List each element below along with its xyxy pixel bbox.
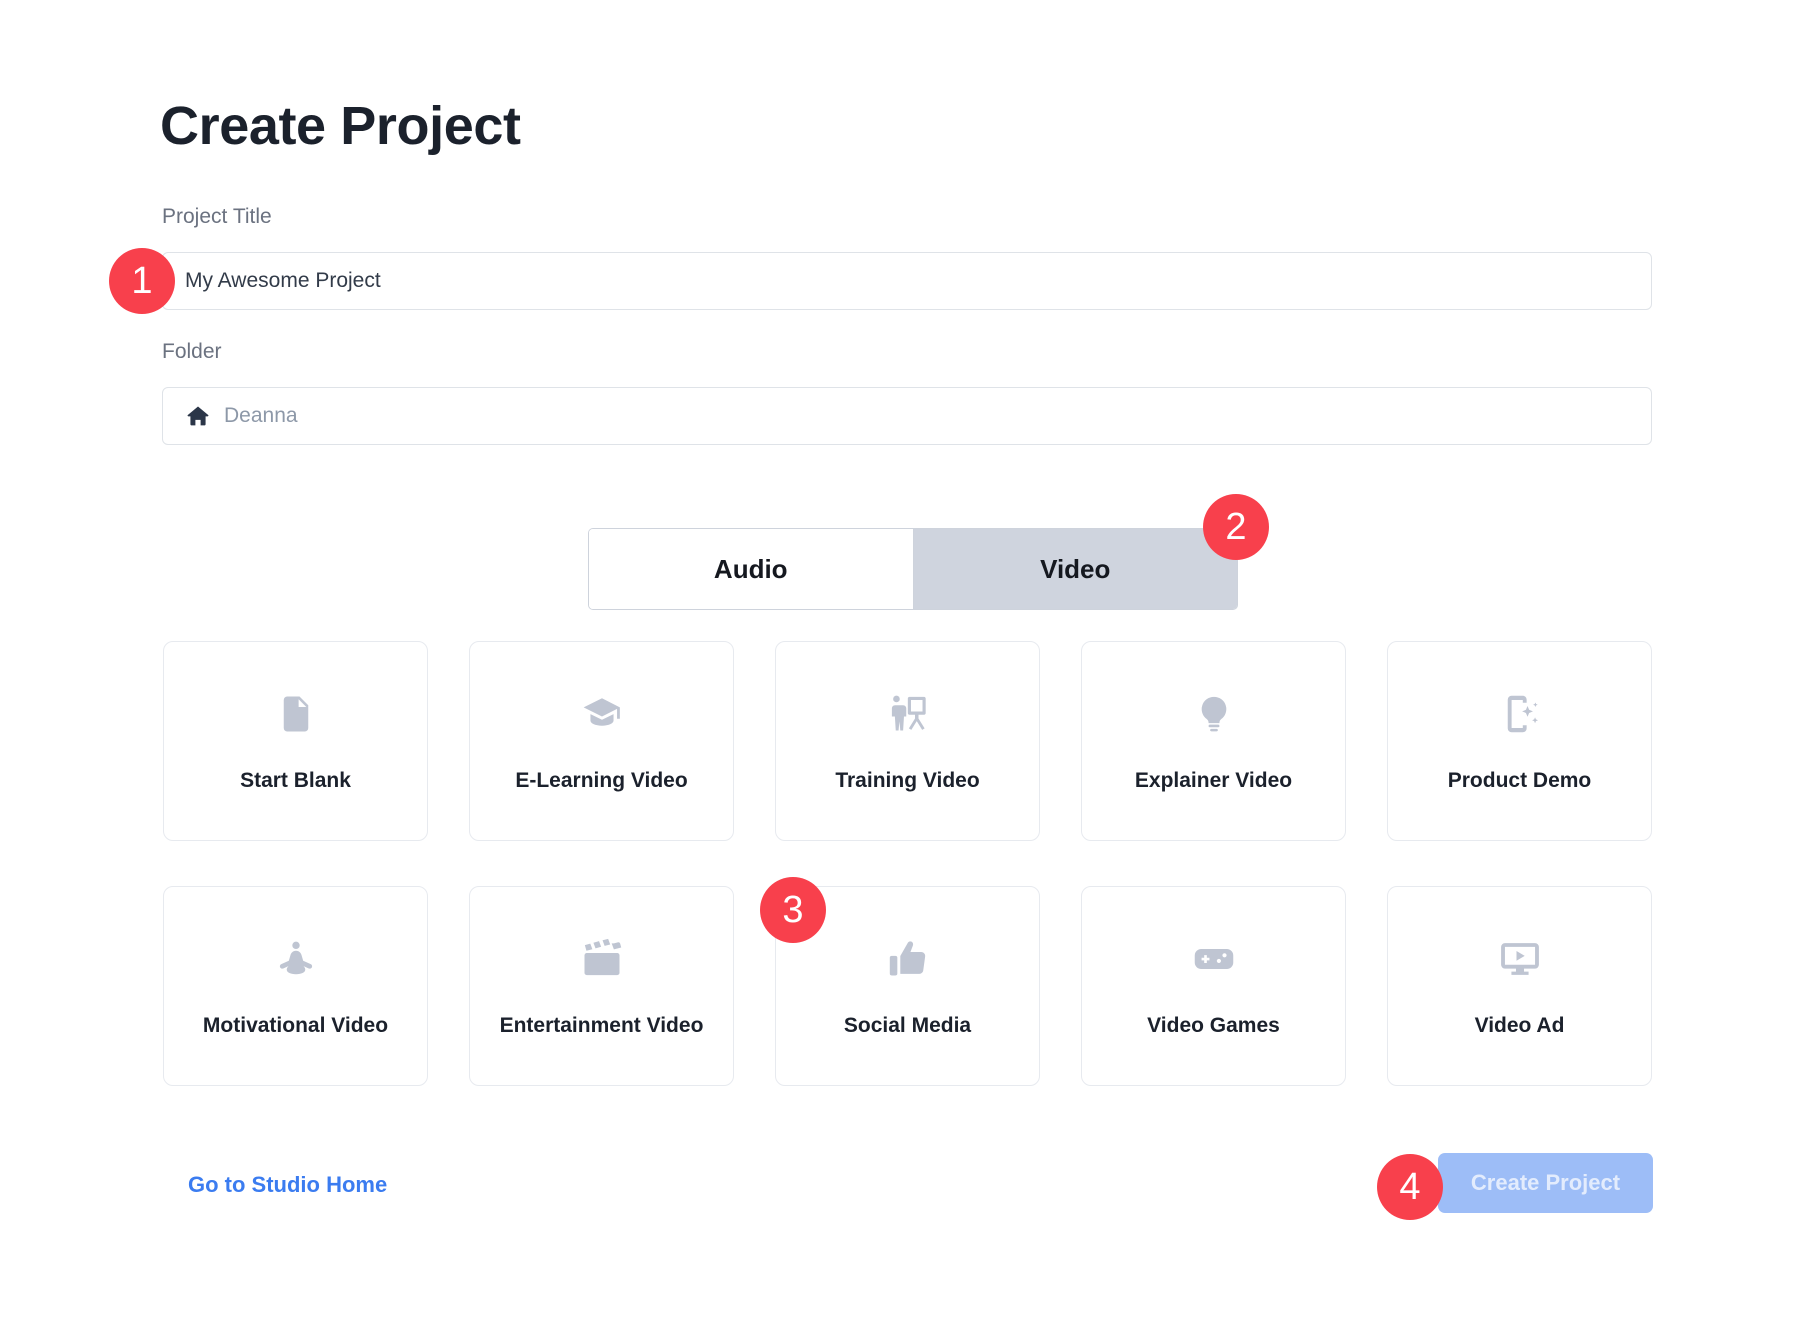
create-project-page: Create Project Project Title My Awesome …: [0, 0, 1800, 1319]
template-grid: Start Blank E-Learning Video Training Vi…: [163, 641, 1652, 1086]
meditation-icon: [274, 937, 318, 981]
presenter-whiteboard-icon: [886, 692, 930, 736]
thumbs-up-icon: [886, 937, 930, 981]
template-label: Video Games: [1147, 1015, 1280, 1036]
template-card-e-learning-video[interactable]: E-Learning Video: [469, 641, 734, 841]
create-project-button[interactable]: Create Project: [1438, 1153, 1653, 1213]
project-title-label: Project Title: [162, 205, 272, 229]
template-card-explainer-video[interactable]: Explainer Video: [1081, 641, 1346, 841]
tab-audio[interactable]: Audio: [589, 529, 913, 609]
project-title-value: My Awesome Project: [185, 269, 381, 293]
folder-label: Folder: [162, 340, 222, 364]
template-card-start-blank[interactable]: Start Blank: [163, 641, 428, 841]
phone-sparkle-icon: [1498, 692, 1542, 736]
graduation-cap-icon: [580, 692, 624, 736]
template-label: Start Blank: [240, 770, 351, 791]
template-card-motivational-video[interactable]: Motivational Video: [163, 886, 428, 1086]
template-card-entertainment-video[interactable]: Entertainment Video: [469, 886, 734, 1086]
gamepad-icon: [1192, 937, 1236, 981]
template-label: Explainer Video: [1135, 770, 1292, 791]
template-card-product-demo[interactable]: Product Demo: [1387, 641, 1652, 841]
project-title-input[interactable]: My Awesome Project: [162, 252, 1652, 310]
folder-value: Deanna: [224, 404, 298, 428]
tab-video[interactable]: Video: [913, 529, 1238, 609]
template-label: Entertainment Video: [500, 1015, 704, 1036]
folder-select[interactable]: Deanna: [162, 387, 1652, 445]
template-label: E-Learning Video: [515, 770, 687, 791]
template-label: Motivational Video: [203, 1015, 388, 1036]
lightbulb-icon: [1192, 692, 1236, 736]
template-card-video-ad[interactable]: Video Ad: [1387, 886, 1652, 1086]
annotation-badge-3: 3: [760, 877, 826, 943]
page-title: Create Project: [160, 95, 521, 157]
home-icon: [185, 403, 211, 429]
template-label: Social Media: [844, 1015, 971, 1036]
annotation-badge-2: 2: [1203, 494, 1269, 560]
template-card-training-video[interactable]: Training Video: [775, 641, 1040, 841]
monitor-play-icon: [1498, 937, 1542, 981]
clapperboard-icon: [580, 937, 624, 981]
annotation-badge-4: 4: [1377, 1154, 1443, 1220]
template-card-video-games[interactable]: Video Games: [1081, 886, 1346, 1086]
template-label: Video Ad: [1475, 1015, 1565, 1036]
document-icon: [274, 692, 318, 736]
media-type-tabs: Audio Video: [588, 528, 1238, 610]
template-label: Training Video: [835, 770, 979, 791]
annotation-badge-1: 1: [109, 248, 175, 314]
go-to-studio-home-link[interactable]: Go to Studio Home: [188, 1172, 387, 1198]
template-label: Product Demo: [1448, 770, 1592, 791]
